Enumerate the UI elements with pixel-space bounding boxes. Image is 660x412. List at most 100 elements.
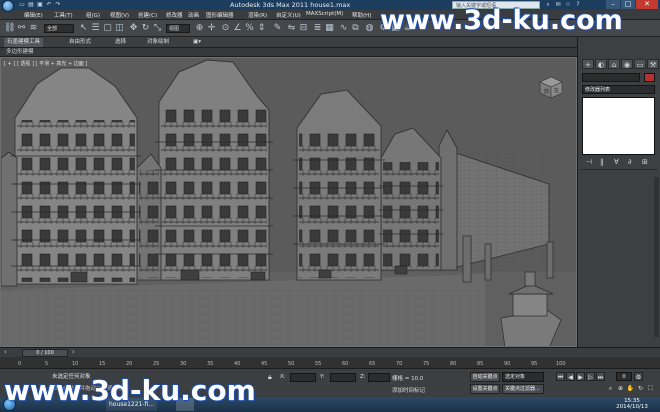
orbit-icon[interactable]: ↻	[636, 384, 645, 393]
autokey-button[interactable]: 自动关键点	[470, 372, 500, 382]
modifier-stack-list[interactable]	[582, 97, 655, 155]
angle-snap-icon[interactable]: ∠	[232, 23, 243, 34]
ribbon-options-icon[interactable]: ▣▾	[190, 38, 204, 47]
system-clock[interactable]: 15:35 2014/10/13	[606, 398, 658, 410]
goto-end-icon[interactable]: ⏭	[596, 372, 605, 381]
redo-icon[interactable]: ↷	[54, 1, 62, 9]
menu-help[interactable]: 帮助(H)	[352, 11, 371, 19]
play-icon[interactable]: ▶	[576, 372, 585, 381]
menu-group[interactable]: 组(G)	[86, 11, 100, 19]
tab-selection[interactable]: 选择	[112, 38, 129, 47]
tab-object-paint[interactable]: 对象绘制	[144, 38, 172, 47]
maximize-button[interactable]: □	[621, 0, 635, 9]
close-button[interactable]: ✕	[636, 0, 658, 9]
menu-maxscript[interactable]: MAXScript(M)	[306, 11, 343, 17]
graphite-toggle-icon[interactable]: ▦	[324, 23, 335, 34]
make-unique-icon[interactable]: ∀	[614, 158, 619, 166]
tab-freeform[interactable]: 自由形式	[66, 38, 94, 47]
zoom-icon[interactable]: ⌕	[606, 384, 615, 393]
rect-selection-icon[interactable]: ▢	[102, 23, 113, 34]
material-editor-icon[interactable]: ◍	[364, 23, 375, 34]
x-coordinate-field[interactable]	[290, 373, 316, 382]
z-coordinate-field[interactable]	[368, 373, 390, 382]
select-scale-icon[interactable]: ⤡	[152, 23, 163, 34]
time-slider-handle[interactable]: 0 / 100	[22, 349, 68, 357]
perspective-viewport[interactable]: [ + ] [ 透视 ] [ 平滑 + 高光 + 边面 ] 前 左	[0, 57, 577, 347]
viewport-label[interactable]: [ + ] [ 透视 ] [ 平滑 + 高光 + 边面 ]	[4, 60, 87, 67]
app-logo-icon[interactable]	[2, 0, 14, 12]
select-rotate-icon[interactable]: ↻	[140, 23, 151, 34]
modifier-list-dropdown[interactable]: 修改器列表	[582, 85, 655, 94]
maximize-viewport-icon[interactable]: ⛶	[646, 384, 655, 393]
modify-tab-icon[interactable]: ◐	[595, 59, 607, 69]
add-time-tag[interactable]: 添加时间标记	[392, 386, 425, 394]
show-end-result-icon[interactable]: ‖	[600, 158, 604, 166]
menu-modifiers[interactable]: 修改器	[166, 11, 183, 19]
goto-start-icon[interactable]: ⏮	[556, 372, 565, 381]
remove-modifier-icon[interactable]: ∂	[628, 158, 632, 166]
create-tab-icon[interactable]: +	[582, 59, 594, 69]
polygon-modeling-label[interactable]: 多边形建模	[6, 48, 34, 57]
save-file-icon[interactable]: ▣	[36, 1, 44, 9]
object-name-field[interactable]	[582, 73, 640, 82]
menu-edit[interactable]: 编辑(E)	[24, 11, 43, 19]
current-frame-field[interactable]: 0	[616, 372, 632, 381]
select-by-name-icon[interactable]: ☰	[90, 23, 101, 34]
window-title: Autodesk 3ds Max 2011 house1.max	[230, 1, 351, 9]
prev-key-icon[interactable]: ◀	[566, 372, 575, 381]
open-file-icon[interactable]: ▤	[27, 1, 35, 9]
panel-scrollbar[interactable]	[654, 177, 659, 337]
unlink-icon[interactable]: ⚯	[16, 23, 27, 34]
schematic-view-icon[interactable]: ⧉	[350, 23, 361, 34]
lock-selection-icon[interactable]: 🔒︎	[268, 373, 272, 382]
align-icon[interactable]: ⊟	[298, 23, 309, 34]
utilities-tab-icon[interactable]: ⚒	[647, 59, 659, 69]
reference-coordinate-dropdown[interactable]: 视图	[166, 24, 190, 33]
curve-editor-icon[interactable]: ∿	[338, 23, 349, 34]
select-move-icon[interactable]: ✥	[128, 23, 139, 34]
mirror-icon[interactable]: ⇋	[286, 23, 297, 34]
select-object-icon[interactable]: ↖	[78, 23, 89, 34]
pin-stack-icon[interactable]: ⊣	[586, 158, 592, 166]
menu-tools[interactable]: 工具(T)	[54, 11, 73, 19]
bind-warp-icon[interactable]: ≋	[28, 23, 39, 34]
menu-create[interactable]: 创建(C)	[138, 11, 157, 19]
set-key-button[interactable]: 设置关键点	[470, 384, 500, 394]
motion-tab-icon[interactable]: ◉	[621, 59, 633, 69]
window-crossing-icon[interactable]: ◫	[114, 23, 125, 34]
pan-icon[interactable]: ✋	[626, 384, 635, 393]
named-selection-icon[interactable]: ✎	[272, 23, 283, 34]
hierarchy-tab-icon[interactable]: ⌂	[608, 59, 620, 69]
next-frame-icon[interactable]: ›	[72, 348, 75, 356]
snap-toggle-icon[interactable]: ⊙	[220, 23, 231, 34]
menu-view[interactable]: 视图(V)	[110, 11, 129, 19]
select-link-icon[interactable]: ⛓	[4, 23, 15, 34]
time-slider[interactable]: ‹ 0 / 100 ›	[0, 347, 660, 357]
y-coordinate-field[interactable]	[330, 373, 356, 382]
menu-rendering[interactable]: 渲染(R)	[248, 11, 267, 19]
percent-snap-icon[interactable]: %	[244, 23, 255, 34]
key-filters-button[interactable]: 关键点过滤器...	[502, 384, 544, 394]
menu-animation[interactable]: 动画	[188, 11, 199, 19]
undo-icon[interactable]: ↶	[45, 1, 53, 9]
time-config-icon[interactable]: ⚙	[634, 372, 643, 381]
panel-divider	[580, 169, 657, 170]
next-key-icon[interactable]: ▷	[586, 372, 595, 381]
zoom-all-icon[interactable]: ⊕	[616, 384, 625, 393]
pivot-center-icon[interactable]: ⊕	[194, 23, 205, 34]
prev-frame-icon[interactable]: ‹	[4, 348, 7, 356]
configure-sets-icon[interactable]: ⊞	[642, 158, 648, 166]
key-mode-dropdown[interactable]: 选定对象	[502, 372, 544, 382]
display-tab-icon[interactable]: ▭	[634, 59, 646, 69]
object-color-swatch[interactable]	[644, 73, 655, 82]
tab-graphite-modeling[interactable]: 石墨建模工具	[4, 38, 44, 47]
menu-customize[interactable]: 自定义(U)	[276, 11, 301, 19]
selection-filter-dropdown[interactable]: 全部	[44, 24, 74, 33]
new-file-icon[interactable]: ▭	[18, 1, 26, 9]
track-bar[interactable]: 0 5 10 15 20 25 30 35 40 45 50 55 60 65 …	[0, 357, 660, 369]
viewcube[interactable]: 前 左	[536, 74, 566, 100]
manipulate-icon[interactable]: ✛	[206, 23, 217, 34]
layer-manager-icon[interactable]: ≣	[312, 23, 323, 34]
spinner-snap-icon[interactable]: ⇕	[256, 23, 267, 34]
menu-graph-editors[interactable]: 图形编辑器	[206, 11, 234, 19]
